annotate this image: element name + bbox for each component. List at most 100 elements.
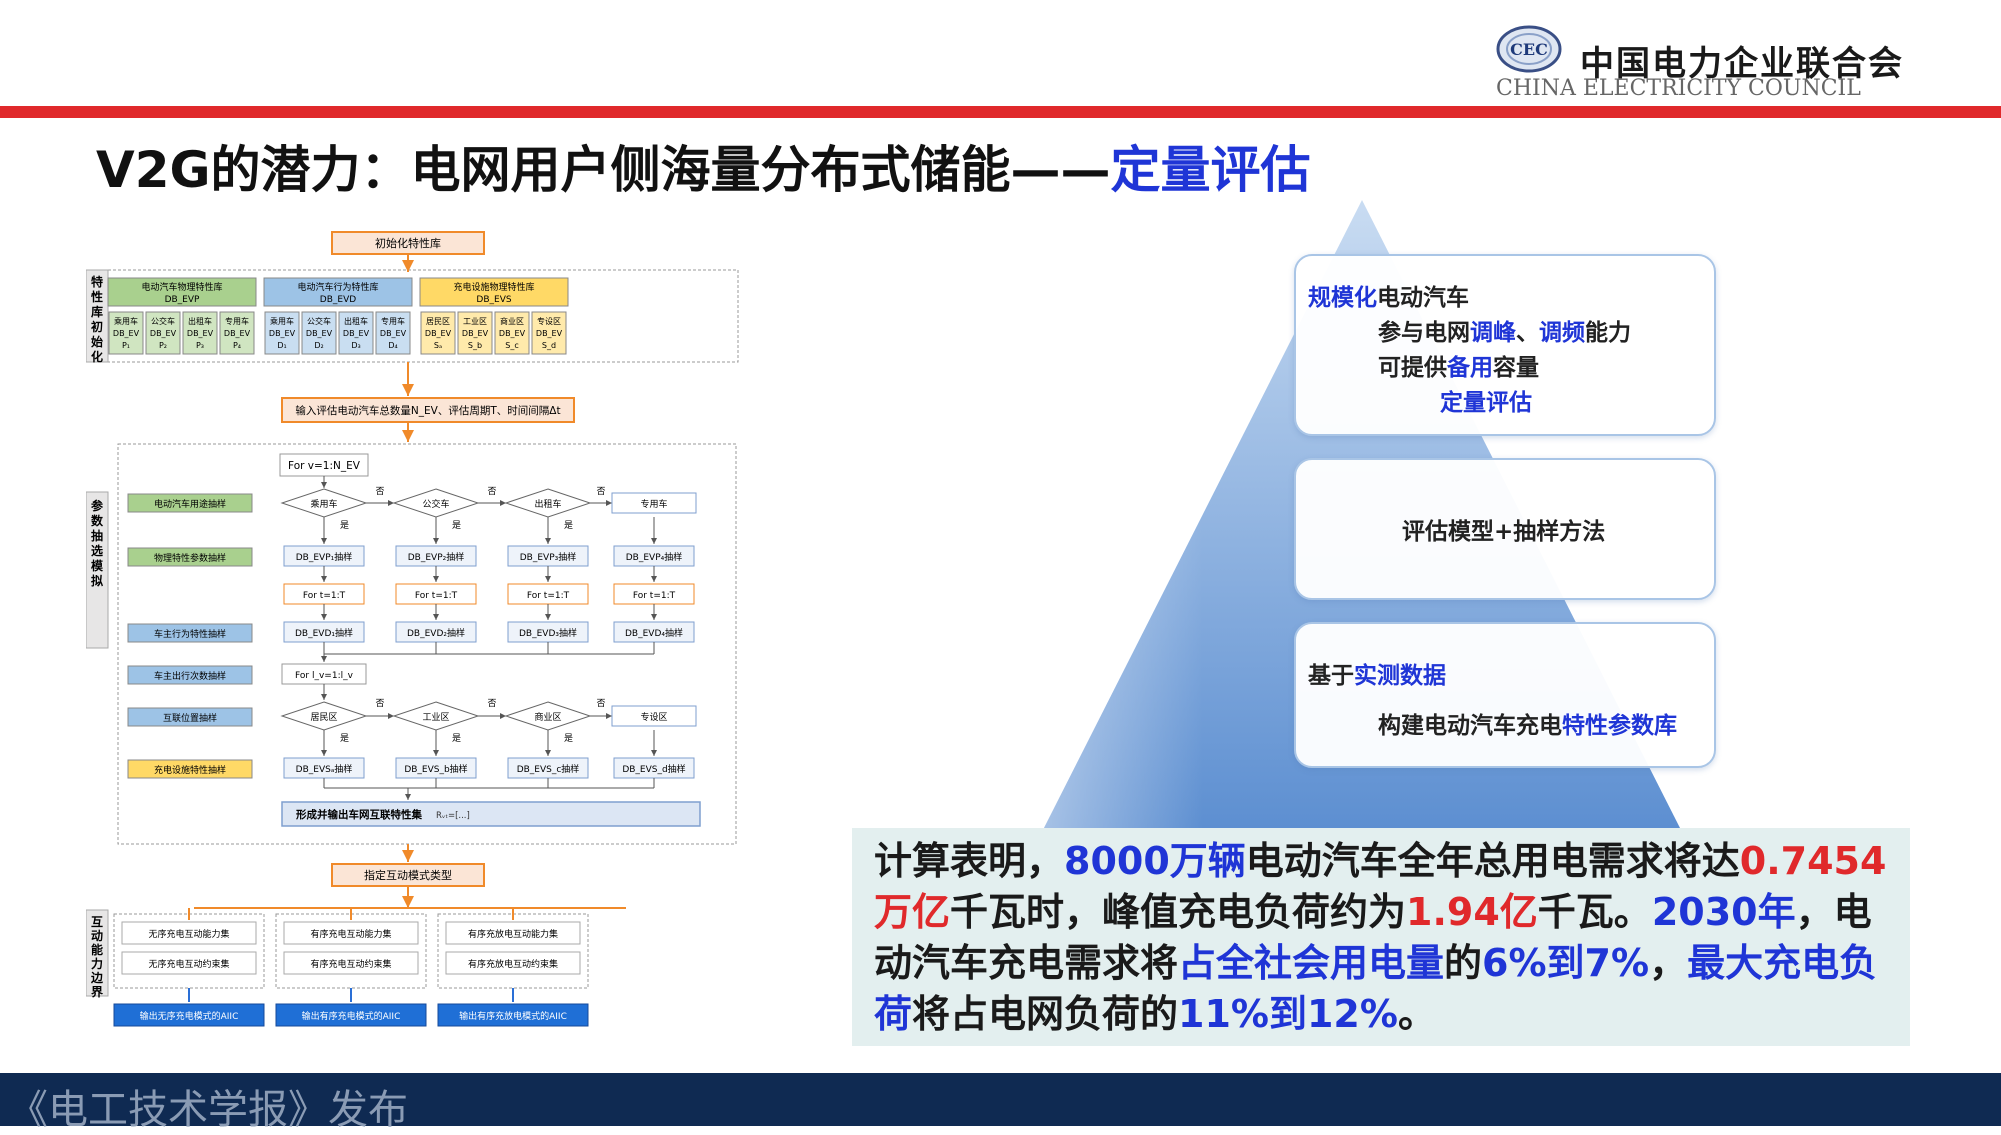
process-label: DB_EVP₄抽样 [626,551,682,563]
lib-item-line: P₂ [159,341,167,350]
box3-l2-a: 构建电动汽车充电 [1378,713,1562,739]
mode-columns: 无序充电互动能力集无序充电互动约束集输出无序充电模式的AIIC 有序充电互动能力集… [113,907,626,1027]
box1-l3-c: 容量 [1493,355,1539,381]
branch-yes: 是 [452,733,461,744]
for-t-label: For t=1:T [633,591,676,601]
lib-item-line: 公交车 [307,316,331,326]
input-box-label: 输入评估电动汽车总数量N_EV、评估周期T、时间间隔Δt [295,404,560,417]
process-label: DB_EVS_b抽样 [404,763,467,775]
pyramid-box-bottom: 基于实测数据 构建电动汽车充电特性参数库 [1294,622,1716,768]
lib-item-line: P₄ [233,341,241,350]
decision-label: 商业区 [534,711,561,723]
box1-l2-d: 调频 [1539,320,1585,346]
lib-item-line: 公交车 [151,316,175,326]
lib-item-line: DB_EV [113,329,140,338]
concl-s15: 将占电网负荷的 [912,992,1179,1036]
lib-item-line: D₂ [314,341,323,350]
lib-code: DB_EVP [165,295,200,305]
for-l-label: For l_v=1:l_v [295,671,354,681]
box3-l1-b: 实测数据 [1354,663,1446,689]
left-labels: 电动汽车用途抽样物理特性参数抽样车主行为特性抽样车主出行次数抽样互联位置抽样充电… [127,493,253,779]
lib-groups: 电动汽车物理特性库 DB_EVP 乘用车 DB_EV P₁ 公交车 DB_EV P₂ 出租车 DB… [107,277,569,355]
process-label: DB_EVD₁抽样 [295,627,353,639]
left-label-text: 物理特性参数抽样 [154,552,226,564]
process-label: DB_EVP₃抽样 [520,551,576,563]
concl-s16: 11%到12% [1178,992,1398,1036]
mode-constraint: 有序充电互动约束集 [310,958,391,970]
left-label-text: 车主出行次数抽样 [154,670,226,682]
concl-s5: 千瓦时，峰值充电负荷约为 [950,890,1407,934]
concl-s6: 1.94亿 [1406,890,1538,934]
lib-name: 电动汽车行为特性库 [297,281,378,293]
output-box-label: 形成并输出车网互联特性集 [296,808,422,821]
lib-item-line: D₃ [351,341,360,350]
lib-code: DB_EVS [476,295,511,305]
lib-item-line: DB_EV [499,329,526,338]
process-label: 专设区 [640,711,667,723]
lib-item-line: Sₐ [434,341,442,350]
section-char: 化 [91,349,103,364]
for-t-label: For t=1:T [415,591,458,601]
section-label-boundary: 互动能力边界 [90,915,104,999]
box1-l2-e: 能力 [1585,320,1631,346]
branch-no: 否 [596,486,605,497]
section-char: 拟 [91,573,103,588]
branch-no: 否 [487,486,496,497]
lib-item-line: 专用车 [381,316,405,326]
concl-s7: 千瓦。 [1537,890,1652,934]
lib-item-line: DB_EV [343,329,370,338]
section-char: 抽 [91,528,103,543]
lib-name: 电动汽车物理特性库 [141,281,222,293]
section-char: 边 [90,970,104,985]
concl-s12: 6%到7% [1482,941,1650,985]
section-char: 能 [91,942,103,957]
branch-yes: 是 [564,733,573,744]
left-label-text: 互联位置抽样 [163,712,217,724]
simulation-flowchart: 初始化特性库 特性库初始化 电动汽车物理特性库 DB_EVP 乘用车 DB_EV P₁ 公… [86,231,739,1027]
concl-s3: 电动汽车全年总用电需求将达 [1245,839,1740,883]
lib-item-line: 出租车 [188,316,212,326]
concl-s13: ， [1649,941,1688,985]
decision-label: 工业区 [422,712,449,723]
footer-text: 《电工技术学报》发布 [8,1087,408,1133]
concl-s2: 8000万辆 [1064,839,1246,883]
section-char: 模 [91,558,104,573]
box1-l3-a: 可提供 [1378,355,1447,381]
process-label: DB_EVD₂抽样 [407,627,465,639]
init-lib-label: 初始化特性库 [375,236,441,250]
header-red-band [0,106,2001,118]
mode-output: 输出有序充放电模式的AIIC [459,1010,567,1022]
concl-s8: 2030年 [1651,890,1796,934]
lib-item-line: 居民区 [426,317,450,326]
concl-s11: 的 [1444,941,1483,985]
branch-no: 否 [375,698,384,709]
section-char: 库 [91,304,103,319]
sim-rows: 乘用车否是DB_EVP₁抽样For t=1:TDB_EVD₁抽样公交车否是DB_… [280,476,697,800]
section-char: 初 [91,319,103,334]
box1-l2-a: 参与电网 [1378,320,1470,346]
box1-l2-b: 调峰 [1470,320,1516,346]
lib-item-line: DB_EV [425,329,452,338]
lib-item-line: DB_EV [536,329,563,338]
lib-item-line: 出租车 [344,316,368,326]
lib-item-line: P₃ [196,341,204,350]
lib-item-line: D₄ [388,341,397,350]
for-t-label: For t=1:T [303,591,346,601]
section-char: 力 [91,956,103,971]
section-char: 始 [91,334,103,349]
branch-yes: 是 [340,733,349,744]
lib-code: DB_EVD [320,295,356,305]
section-char: 数 [91,513,104,528]
process-label: DB_EVP₂抽样 [408,551,464,563]
mode-constraint: 有序充放电互动约束集 [468,958,558,970]
lib-item-line: DB_EV [150,329,177,338]
lib-item-line: 乘用车 [114,316,138,326]
concl-s1: 计算表明， [874,839,1065,883]
lib-item-line: 专用车 [225,316,249,326]
process-label: DB_EVS_d抽样 [622,763,685,775]
box3-l2-b: 特性参数库 [1562,713,1677,739]
lib-name: 充电设施物理特性库 [453,281,534,293]
process-label: 专用车 [640,498,667,510]
process-label: DB_EVD₄抽样 [625,627,683,639]
mode-capability: 有序充放电互动能力集 [468,928,558,940]
